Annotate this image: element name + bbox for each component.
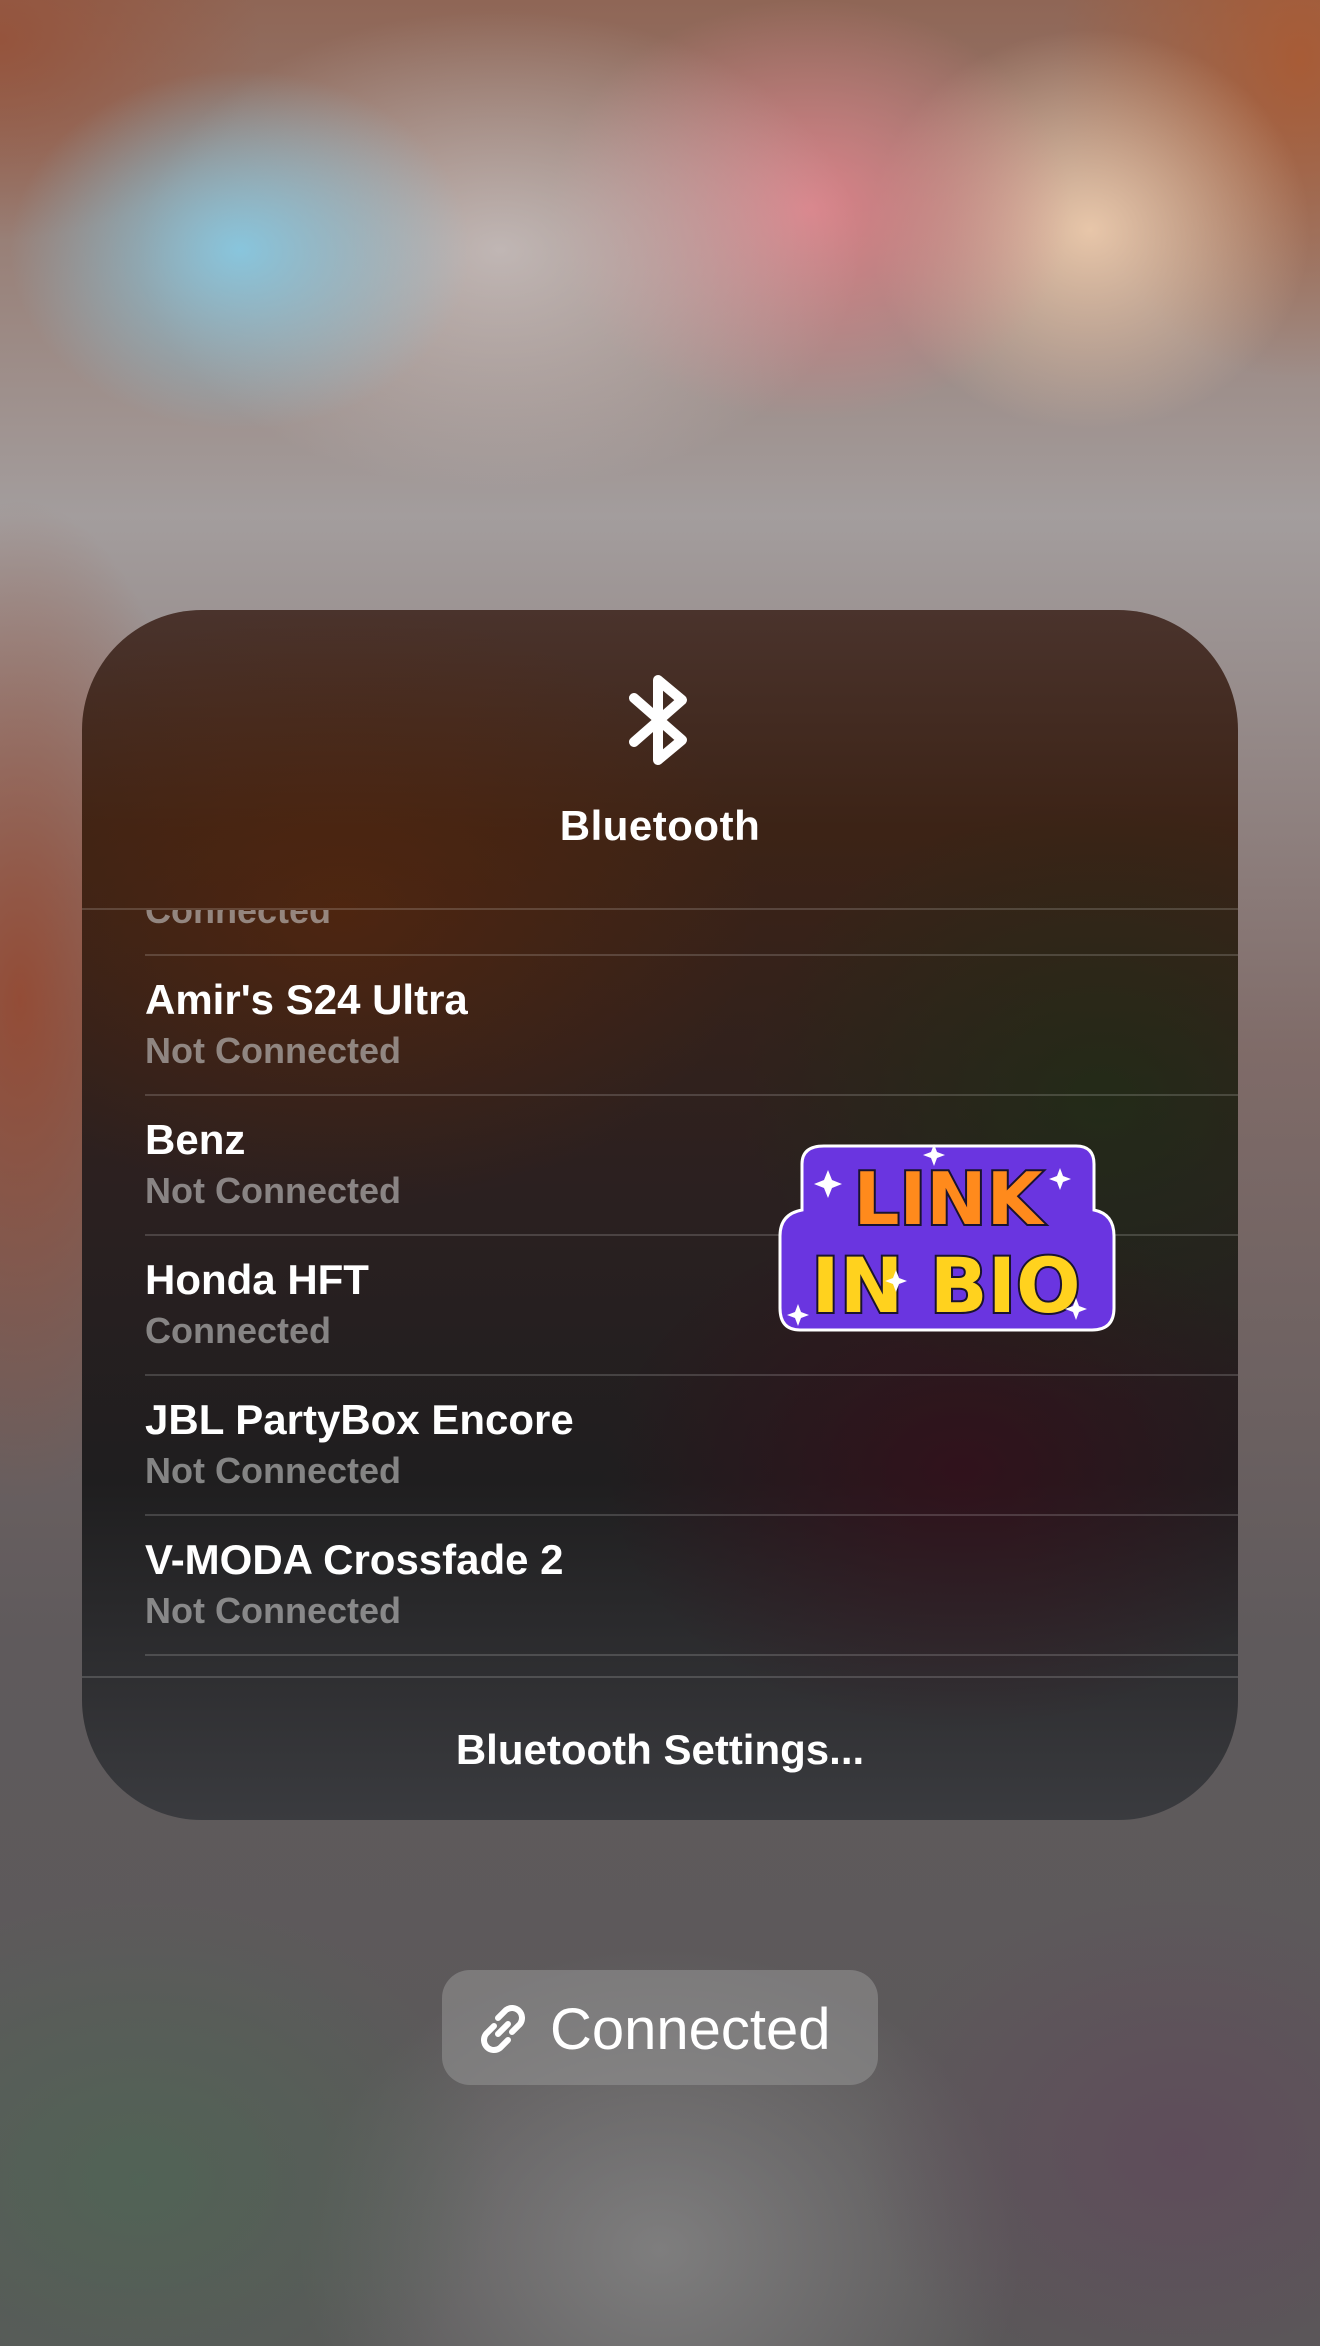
sticker-line-1: LINK [854,1157,1045,1241]
connected-toast: Connected [442,1970,878,2085]
bluetooth-settings-button[interactable]: Bluetooth Settings... [82,1726,1238,1774]
device-status: Connected [145,1310,332,1351]
bluetooth-icon [629,675,687,765]
link-in-bio-sticker[interactable]: LINK IN BIO [776,1140,1116,1340]
device-row[interactable]: JBL PartyBox Encore Not Connected [145,1376,1238,1516]
sticker-line-2: IN BIO [811,1241,1080,1330]
panel-title: Bluetooth [559,802,761,849]
device-name: V-MODA Crossfade 2 [145,1536,564,1583]
footer-divider [82,1676,1238,1678]
device-name: JBL PartyBox Encore [145,1396,574,1443]
device-name: Honda HFT [145,1256,369,1303]
device-status: Not Connected [145,1590,401,1631]
device-status: Not Connected [145,1450,401,1491]
device-row[interactable]: V-MODA Crossfade 2 Not Connected [145,1516,1238,1656]
toast-label: Connected [550,1997,831,2062]
link-icon [481,2005,525,2053]
